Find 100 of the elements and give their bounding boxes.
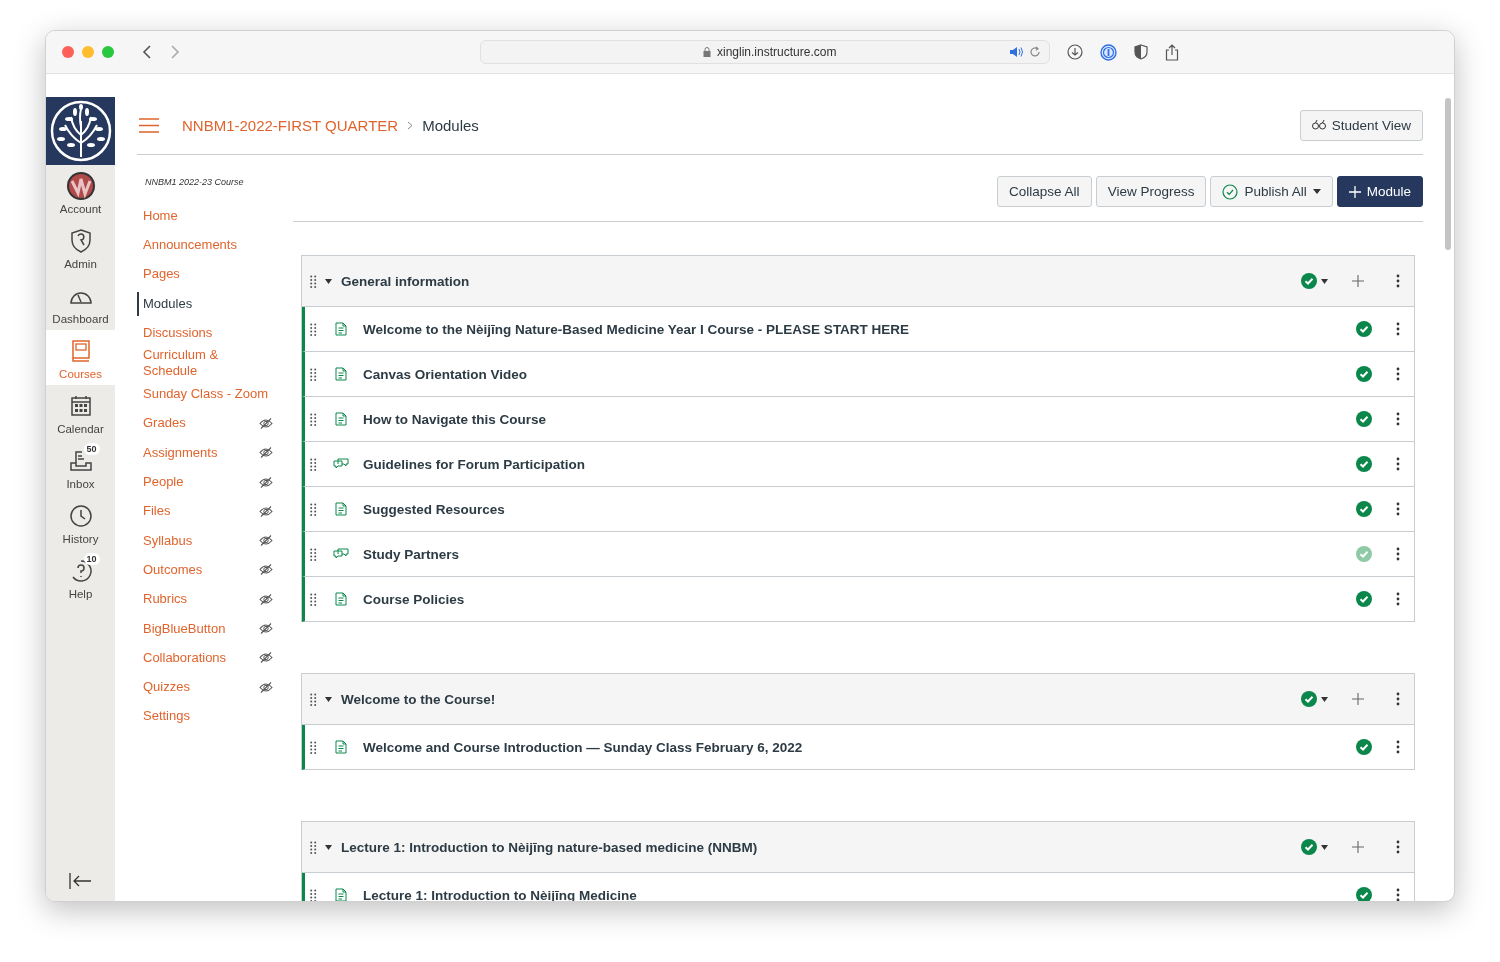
published-check-icon[interactable]	[1356, 501, 1372, 517]
module-item-title[interactable]: Course Policies	[363, 591, 465, 607]
shield-icon[interactable]	[1134, 44, 1148, 60]
publish-menu[interactable]	[1301, 839, 1328, 855]
caret-down-icon[interactable]	[325, 696, 332, 702]
publish-all-button[interactable]: Publish All	[1210, 176, 1333, 207]
module-item-title[interactable]: Guidelines for Forum Participation	[363, 456, 586, 472]
published-check-icon[interactable]	[1356, 411, 1372, 427]
close-window-dot[interactable]	[62, 46, 74, 58]
published-check-icon[interactable]	[1356, 739, 1372, 755]
course-nav-link[interactable]: Outcomes	[137, 561, 203, 578]
published-check-icon[interactable]	[1356, 456, 1372, 472]
speaker-icon[interactable]	[1009, 46, 1023, 58]
caret-down-icon[interactable]	[325, 844, 332, 850]
drag-handle-icon[interactable]	[310, 840, 317, 854]
caret-down-icon[interactable]	[325, 278, 332, 284]
course-nav-link[interactable]: Rubrics	[137, 591, 188, 608]
global-nav-item[interactable]: Calendar	[46, 385, 115, 440]
module-item[interactable]: Course Policies	[302, 577, 1414, 622]
more-options-icon[interactable]	[1396, 888, 1400, 901]
course-nav-link[interactable]: Assignments	[137, 444, 218, 461]
collapse-nav-icon[interactable]	[68, 873, 93, 889]
module-item[interactable]: Welcome and Course Introduction — Sunday Class February 6, 2022	[302, 725, 1414, 770]
module-item[interactable]: Suggested Resources	[302, 487, 1414, 532]
view-progress-button[interactable]: View Progress	[1095, 176, 1207, 207]
module-item[interactable]: Welcome to the Nèijīng Nature-Based Medicine Year I Course - PLEASE START HERE	[302, 307, 1414, 352]
drag-handle-icon[interactable]	[310, 592, 317, 606]
module-header[interactable]: Welcome to the Course!	[302, 674, 1414, 725]
course-nav-link[interactable]: Curriculum & Schedule	[137, 347, 243, 380]
more-options-icon[interactable]	[1396, 502, 1400, 516]
module-header[interactable]: General information	[302, 256, 1414, 307]
more-options-icon[interactable]	[1396, 367, 1400, 381]
more-options-icon[interactable]	[1396, 274, 1400, 288]
collapse-all-button[interactable]: Collapse All	[997, 176, 1092, 207]
published-check-icon[interactable]	[1356, 366, 1372, 382]
scrollbar[interactable]	[1445, 98, 1451, 250]
drag-handle-icon[interactable]	[310, 457, 317, 471]
course-nav-link[interactable]: Settings	[137, 708, 190, 725]
drag-handle-icon[interactable]	[310, 412, 317, 426]
add-item-icon[interactable]	[1352, 841, 1364, 853]
global-nav-item[interactable]: Admin	[46, 220, 115, 275]
course-nav-link[interactable]: Modules	[137, 291, 193, 316]
course-nav-link[interactable]: People	[137, 474, 184, 490]
course-nav-link[interactable]: Collaborations	[137, 649, 227, 666]
school-logo[interactable]	[46, 97, 115, 165]
drag-handle-icon[interactable]	[310, 547, 317, 561]
zoom-window-dot[interactable]	[102, 46, 114, 58]
add-item-icon[interactable]	[1352, 275, 1364, 287]
module-item[interactable]: Guidelines for Forum Participation	[302, 442, 1414, 487]
module-item-title[interactable]: Suggested Resources	[363, 501, 505, 517]
global-nav-item[interactable]: Dashboard	[46, 275, 115, 330]
address-bar[interactable]: xinglin.instructure.com	[480, 40, 1050, 64]
global-nav-item[interactable]: Courses	[46, 330, 115, 385]
published-check-icon[interactable]	[1356, 591, 1372, 607]
drag-handle-icon[interactable]	[310, 888, 317, 901]
module-item-title[interactable]: Study Partners	[363, 546, 460, 562]
reload-icon[interactable]	[1029, 46, 1041, 58]
global-nav-item[interactable]: Account	[46, 165, 115, 220]
minimize-window-dot[interactable]	[82, 46, 94, 58]
course-nav-link[interactable]: Grades	[137, 415, 186, 432]
more-options-icon[interactable]	[1396, 692, 1400, 706]
course-nav-link[interactable]: BigBlueButton	[137, 620, 226, 637]
module-header[interactable]: Lecture 1: Introduction to Nèijīng nature-based medicine (NNBM)	[302, 822, 1414, 873]
more-options-icon[interactable]	[1396, 592, 1400, 606]
publish-menu[interactable]	[1301, 691, 1328, 707]
back-icon[interactable]	[142, 45, 152, 59]
course-nav-link[interactable]: Home	[137, 207, 178, 224]
student-view-button[interactable]: Student View	[1299, 109, 1423, 141]
module-item[interactable]: How to Navigate this Course	[302, 397, 1414, 442]
menu-icon[interactable]	[139, 117, 159, 133]
share-icon[interactable]	[1165, 43, 1179, 61]
module-item-title[interactable]: Canvas Orientation Video	[363, 366, 528, 382]
drag-handle-icon[interactable]	[310, 322, 317, 336]
password-manager-icon[interactable]	[1100, 43, 1117, 61]
drag-handle-icon[interactable]	[310, 740, 317, 754]
course-nav-link[interactable]: Pages	[137, 266, 180, 283]
course-nav-link[interactable]: Sunday Class - Zoom	[137, 386, 268, 403]
more-options-icon[interactable]	[1396, 547, 1400, 561]
course-nav-link[interactable]: Quizzes	[137, 679, 190, 696]
more-options-icon[interactable]	[1396, 840, 1400, 854]
module-item-title[interactable]: How to Navigate this Course	[363, 411, 547, 427]
global-nav-item[interactable]: History	[46, 495, 115, 550]
global-nav-item[interactable]: 10 Help	[46, 550, 115, 605]
course-nav-link[interactable]: Discussions	[137, 324, 213, 341]
module-item-title[interactable]: Welcome to the Nèijīng Nature-Based Medicine Year I Course - PLEASE START HERE	[363, 321, 910, 337]
drag-handle-icon[interactable]	[310, 274, 317, 288]
module-item[interactable]: Study Partners	[302, 532, 1414, 577]
drag-handle-icon[interactable]	[310, 502, 317, 516]
published-check-icon[interactable]	[1356, 321, 1372, 337]
published-check-icon[interactable]	[1356, 887, 1372, 901]
more-options-icon[interactable]	[1396, 322, 1400, 336]
add-item-icon[interactable]	[1352, 693, 1364, 705]
more-options-icon[interactable]	[1396, 412, 1400, 426]
add-module-button[interactable]: Module	[1336, 176, 1423, 207]
more-options-icon[interactable]	[1396, 457, 1400, 471]
global-nav-item[interactable]: 50 Inbox	[46, 440, 115, 495]
drag-handle-icon[interactable]	[310, 367, 317, 381]
download-icon[interactable]	[1067, 44, 1083, 60]
drag-handle-icon[interactable]	[310, 692, 317, 706]
publish-menu[interactable]	[1301, 273, 1328, 289]
